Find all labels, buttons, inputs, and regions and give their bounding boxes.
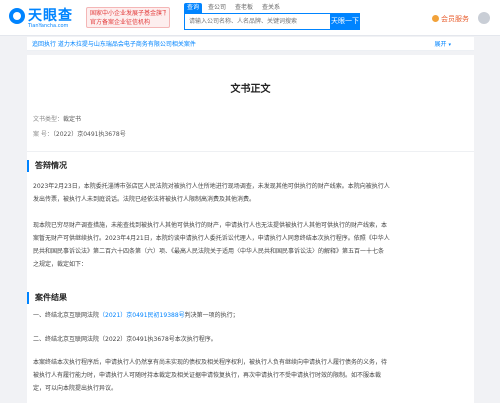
paragraph-line: 定，可以向本院提出执行异议。 [33,385,118,392]
document-title: 文书正文 [230,84,271,95]
expand-button[interactable]: 展开 ▾ [434,39,451,48]
vip-service-link[interactable]: 会员服务 [432,14,469,24]
search-box: 天眼一下 [184,13,360,30]
top-bar: 天眼查 TianYancha.com 国家中小企业发展子基金旗下 官方备案企业征… [0,0,500,36]
section-title-result: 案件结果 [27,292,67,304]
result-item-1-prefix: 一、终结北京互联网法院 [33,312,100,319]
paragraph-ruling-basis: 现本院已穷尽财产调查措施，未能查找到被执行人其他可供执行的财产，申请执行人也无法… [33,219,469,271]
user-avatar-icon[interactable] [478,12,490,24]
result-item-1-suffix: 判决第一项的执行； [184,312,239,319]
gov-badge: 国家中小企业发展子基金旗下 官方备案企业征信机构 [86,7,170,28]
paragraph-line: 发出传票，被执行人未到庭说话。法院已经依法将被执行人限制高消费及其他消费。 [33,196,256,203]
logo-name: 天眼查 [28,8,73,24]
vip-label: 会员服务 [441,15,469,23]
result-item-2: 二、终结北京互联网法院（2022）京0491执3678号本次执行程序。 [33,336,217,343]
gov-badge-line1: 国家中小企业发展子基金旗下 [90,10,166,17]
associated-case-link[interactable]: 追回执行 道力木拉提与山东瑞品会电子商务有限公司相关案件 [32,39,196,48]
search-tabs: 查询 查公司 查老板 查关系 [184,3,283,13]
document-type-row: 文书类型：裁定书 [33,114,81,123]
search-button[interactable]: 天眼一下 [330,13,360,30]
search-input[interactable] [185,14,331,29]
tab-boss[interactable]: 查老板 [232,3,256,13]
case-number-key: 案 号： [33,131,53,138]
paragraph-line: 本案终结本次执行程序后，申请执行人仍然享有尚未实现的债权及相关程序权利，被执行人… [33,359,388,366]
result-item-1: 一、终结北京互联网法院（2021）京0491民初19388号判决第一项的执行； [33,309,469,322]
paragraph-line: 2023年2月23日，本院委托淄博市张店区人民法院对被执行人住所地进行现场调查，… [33,183,390,190]
document-type-value: 裁定书 [63,116,82,123]
logo-url: TianYancha.com [28,23,69,29]
paragraph-investigation: 2023年2月23日，本院委托淄博市张店区人民法院对被执行人住所地进行现场调查，… [33,180,469,206]
associated-case-bar: 追回执行 道力木拉提与山东瑞品会电子商务有限公司相关案件 展开 ▾ [27,37,474,51]
divider [27,151,474,152]
paragraph-line: 案暂无财产可供继续执行。2023年4月21日，本院约谈申请执行人委托诉讼代理人，… [33,235,390,242]
paragraph-termination-note: 本案终结本次执行程序后，申请执行人仍然享有尚未实现的债权及相关程序权利，被执行人… [33,356,469,395]
document-type-key: 文书类型： [33,116,64,123]
logo-eye-icon [9,8,25,24]
tab-query[interactable]: 查询 [184,3,203,13]
document-card: 文书正文 文书类型：裁定书 案 号：（2022）京0491执3678号 答辩情况… [27,55,474,403]
gov-badge-line2: 官方备案企业征信机构 [90,19,151,26]
tab-relation[interactable]: 查关系 [259,3,283,13]
paragraph-line: 之规定，裁定如下： [33,261,88,268]
case-number-value: （2022）京0491执3678号 [52,131,126,138]
logo[interactable]: 天眼查 TianYancha.com [9,6,83,32]
expand-label: 展开 [434,41,447,48]
case-number-row: 案 号：（2022）京0491执3678号 [33,129,126,138]
paragraph-line: 民共和国民事诉讼法》第二百六十四条第（六）项、《最高人民法院关于适用〈中华人民共… [33,248,385,255]
crown-icon [432,15,439,22]
tab-company[interactable]: 查公司 [205,3,229,13]
case-reference-link[interactable]: （2021）京0491民初19388号 [99,312,185,319]
section-title-defense: 答辩情况 [27,160,67,172]
paragraph-line: 现本院已穷尽财产调查措施，未能查找到被执行人其他可供执行的财产，申请执行人也无法… [33,222,388,229]
paragraph-line: 被执行人有履行能力时，申请执行人可随时持本裁定及相关证据申请恢复执行，再次申请执… [33,372,382,379]
chevron-down-icon: ▾ [448,42,451,48]
